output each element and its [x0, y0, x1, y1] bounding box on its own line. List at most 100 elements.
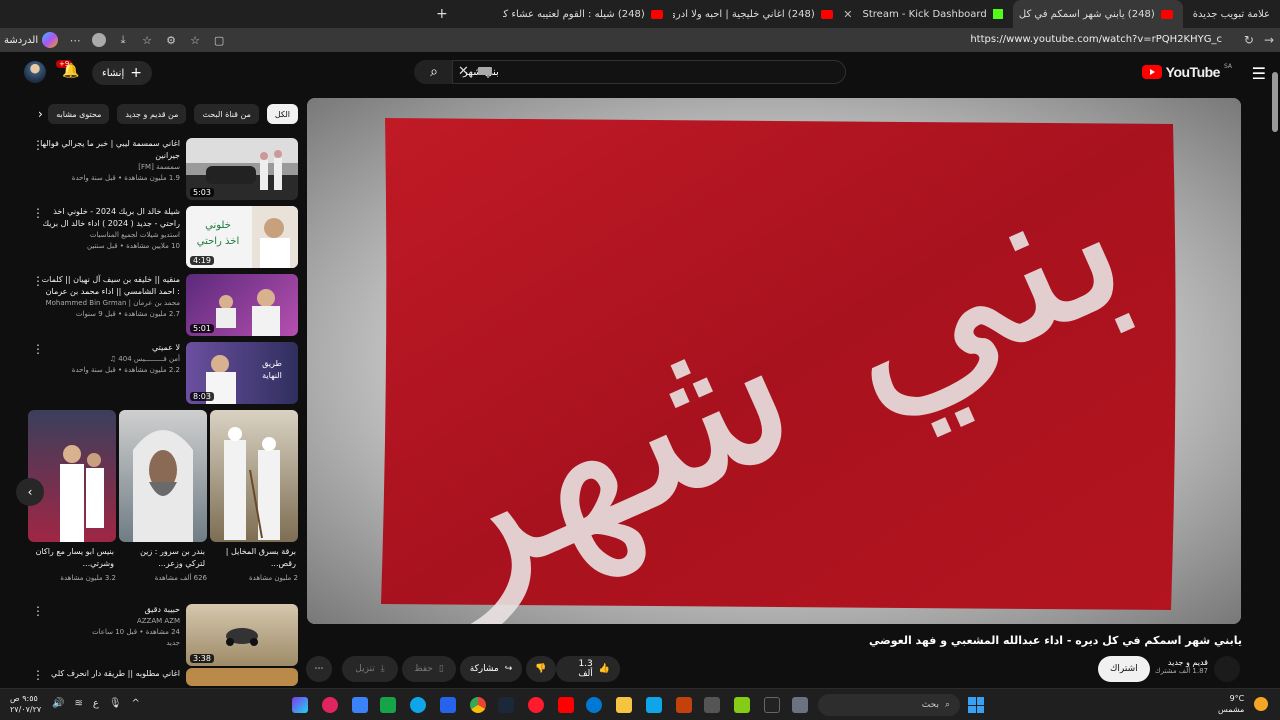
keyboard-icon[interactable]: [478, 67, 492, 75]
list-item[interactable]: 3:38 حبيبة دقيق AZZAM AZM 24 مشاهدة • قب…: [28, 604, 298, 666]
favorites-icon[interactable]: ☆: [140, 33, 154, 47]
channel-name[interactable]: محمد بن عرمان | Mohammed Bin Grman: [40, 298, 180, 309]
system-clock[interactable]: ٩:٥٥ ص ٢٧/٠٧/٢٧: [10, 693, 41, 715]
taskbar-search[interactable]: ⌕ بحث: [818, 694, 960, 716]
create-button[interactable]: إنشاء +: [92, 61, 152, 85]
tab-close-icon[interactable]: ✕: [843, 8, 852, 21]
wifi-icon[interactable]: ≋: [74, 698, 82, 709]
bell-icon[interactable]: 🔔: [62, 63, 79, 79]
more-vert-icon[interactable]: ⋮: [32, 207, 44, 219]
app-icon-10[interactable]: [792, 697, 808, 713]
chip-related[interactable]: محتوى مشابه: [48, 104, 110, 124]
clear-search-icon[interactable]: ✕: [458, 64, 469, 79]
hamburger-menu-icon[interactable]: ☰: [1252, 64, 1266, 83]
channel-name[interactable]: أمن فـــــــــيس 404 ♫: [40, 354, 180, 365]
opera-icon[interactable]: [528, 697, 544, 713]
speaker-icon[interactable]: 🔊: [52, 698, 64, 709]
app-icon-4[interactable]: [380, 697, 396, 713]
new-tab-plus-icon[interactable]: +: [436, 6, 448, 22]
profile-icon[interactable]: [92, 33, 107, 47]
more-vert-icon[interactable]: ⋮: [32, 139, 44, 151]
app-icon-8[interactable]: [734, 697, 750, 713]
store-icon[interactable]: [704, 697, 720, 713]
video-player[interactable]: بني شهر: [307, 98, 1241, 624]
list-item[interactable]: 5:01 منقيه || خليفه بن سيف آل نهيان || ك…: [28, 274, 298, 336]
list-item[interactable]: اغاني مطلوبه || طريقة دار انحرف كلي ⋮: [28, 668, 298, 686]
app-icon-3[interactable]: [352, 697, 368, 713]
url-field[interactable]: https://www.youtube.com/watch?v=rPQH2KHY…: [970, 34, 1222, 45]
video-title[interactable]: منقيه || خليفه بن سيف آل نهيان || كلمات …: [40, 274, 180, 298]
tab-youtube-3[interactable]: (248) شيله : القوم لعتيبه عشاء كلمات ✕: [503, 0, 673, 28]
chevron-right-icon[interactable]: ›: [38, 107, 43, 121]
app-icon-6[interactable]: [646, 697, 662, 713]
app-icon-5[interactable]: [586, 697, 602, 713]
extensions-icon[interactable]: ⚙: [164, 33, 178, 47]
split-screen-icon[interactable]: ▢: [212, 33, 226, 47]
subscribe-button[interactable]: اشتراك: [1098, 656, 1150, 682]
tab-youtube-active[interactable]: (248) يابني شهر اسمكم في كل 🔈 ✕: [1012, 0, 1183, 28]
edge-icon[interactable]: [410, 697, 426, 713]
app-icon-2[interactable]: [322, 697, 338, 713]
language-icon[interactable]: ع: [93, 698, 99, 709]
video-thumbnail[interactable]: 5:03: [186, 138, 298, 200]
video-title[interactable]: لا عميتي: [40, 342, 180, 354]
app-icon-7[interactable]: [676, 697, 692, 713]
video-title[interactable]: اغاني سمسمة ليبي | خبر ما يجرالي فوالها …: [40, 138, 180, 162]
short-title[interactable]: بنيس ابو يسار مع راكان وشرتي...: [28, 546, 116, 570]
channel-name[interactable]: استديو شيلات لجميع المناسبات: [40, 230, 180, 241]
more-options-icon[interactable]: ⋯: [68, 33, 82, 47]
app-icon-1[interactable]: [292, 697, 308, 713]
tab-new[interactable]: علامة تبويب جديدة: [1183, 0, 1280, 28]
youtube-app-icon[interactable]: [558, 697, 574, 713]
more-actions-button[interactable]: ⋯: [306, 656, 332, 682]
youtube-logo[interactable]: YouTube SA: [1141, 63, 1232, 80]
app-icon-9[interactable]: [764, 697, 780, 713]
list-item[interactable]: طريق النهاية 8:03 لا عميتي أمن فـــــــــ…: [28, 342, 298, 404]
tray-chevron-icon[interactable]: ^: [132, 698, 140, 709]
file-explorer-icon[interactable]: [616, 697, 632, 713]
channel-name[interactable]: قديم و جديد: [1152, 658, 1208, 667]
chip-all[interactable]: الكل: [266, 104, 298, 124]
channel-avatar[interactable]: [1214, 656, 1240, 682]
channel-name[interactable]: AZZAM AZM: [40, 616, 180, 627]
like-button[interactable]: 👍 1.3 ألف: [556, 656, 620, 682]
weather-widget[interactable]: 9°C مشمس: [1218, 693, 1244, 715]
refresh-icon[interactable]: ↻: [1244, 33, 1254, 47]
video-thumbnail[interactable]: 5:01: [186, 274, 298, 336]
video-thumbnail[interactable]: 3:38: [186, 604, 298, 666]
chip-from-channel[interactable]: من قناة البحث: [194, 104, 259, 124]
save-button[interactable]: ▯ حفظ: [402, 656, 456, 682]
short-item[interactable]: برقة بسرق المخايل | رقص... 2 مليون مشاهد…: [210, 410, 298, 582]
scrollbar-thumb[interactable]: [1272, 72, 1278, 132]
steam-icon[interactable]: [498, 697, 514, 713]
short-thumbnail[interactable]: [119, 410, 207, 542]
list-item[interactable]: 5:03 اغاني سمسمة ليبي | خبر ما يجرالي فو…: [28, 138, 298, 200]
video-title[interactable]: اغاني مطلوبه || طريقة دار انحرف كلي: [40, 668, 180, 680]
mic-icon[interactable]: 🎙: [109, 698, 122, 709]
video-thumbnail[interactable]: [186, 668, 298, 686]
more-vert-icon[interactable]: ⋮: [32, 343, 44, 355]
tab-youtube-2[interactable]: (248) اغاني خليجية | احبه ولا ادري وين ✕: [673, 0, 843, 28]
dislike-button[interactable]: 👎: [526, 656, 556, 682]
channel-name[interactable]: سمسمة [FM]: [40, 162, 180, 173]
more-vert-icon[interactable]: ⋮: [32, 275, 44, 287]
short-title[interactable]: بندر بن سرور : زين لتركي وزعر...: [119, 546, 207, 570]
download-icon[interactable]: ⤓: [116, 33, 130, 47]
short-thumbnail[interactable]: [28, 410, 116, 542]
tab-kick[interactable]: Stream - Kick Dashboard ✕: [843, 0, 1013, 28]
back-icon[interactable]: →: [1264, 33, 1274, 47]
video-thumbnail[interactable]: طريق النهاية 8:03: [186, 342, 298, 404]
bookmark-star-icon[interactable]: ☆: [188, 33, 202, 47]
windows-start-icon[interactable]: [968, 697, 984, 713]
short-thumbnail[interactable]: [210, 410, 298, 542]
short-item[interactable]: بندر بن سرور : زين لتركي وزعر... 626 ألف…: [119, 410, 207, 582]
video-thumbnail[interactable]: خلوني اخذ راحتي 4:19: [186, 206, 298, 268]
share-button[interactable]: ↪ مشاركة: [460, 656, 522, 682]
chevron-left-icon[interactable]: ‹: [16, 478, 44, 506]
chip-from-uploader[interactable]: من قديم و جديد: [117, 104, 187, 124]
short-title[interactable]: برقة بسرق المخايل | رقص...: [210, 546, 298, 570]
download-button[interactable]: ⤓ تنزيل: [342, 656, 398, 682]
list-item[interactable]: خلوني اخذ راحتي 4:19 شيلة خالد ال بريك 20…: [28, 206, 298, 268]
chrome-icon[interactable]: [470, 697, 486, 713]
page-scrollbar[interactable]: [1270, 52, 1280, 688]
